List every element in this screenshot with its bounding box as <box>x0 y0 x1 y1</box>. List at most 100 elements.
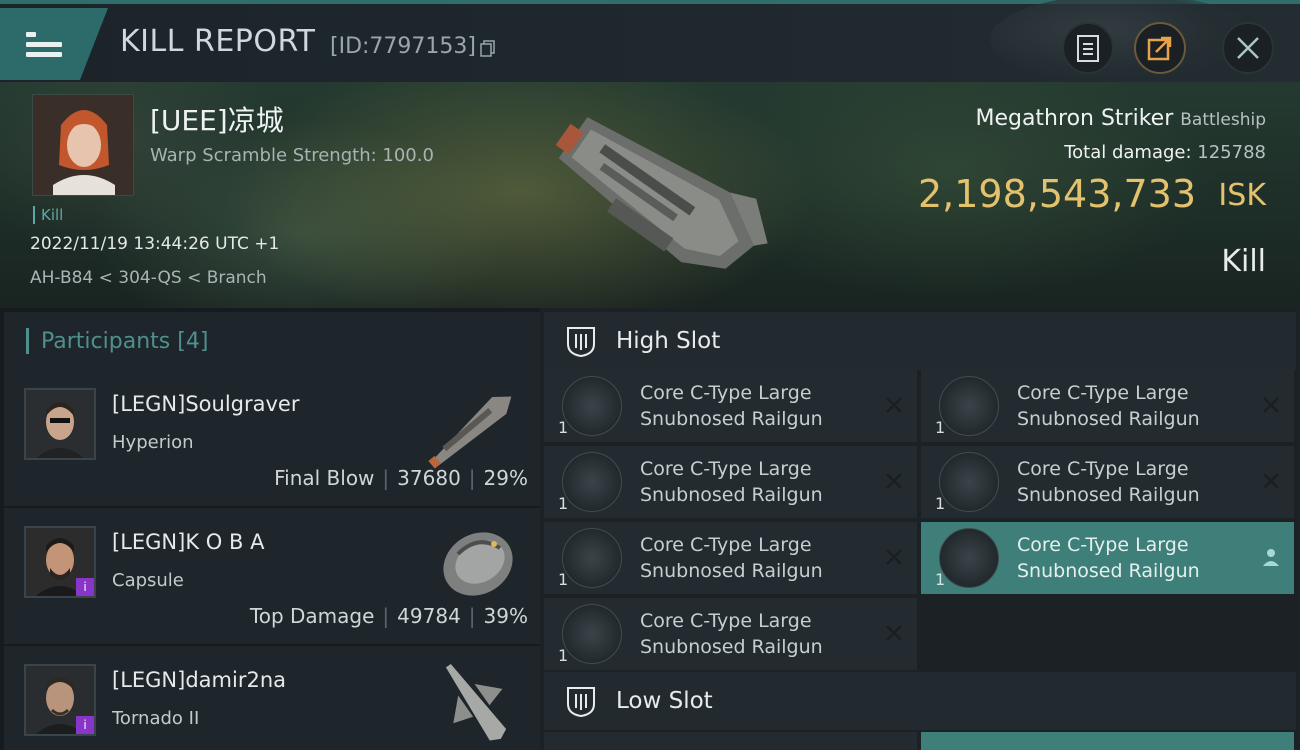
share-icon <box>1147 36 1172 61</box>
isk-value: 2,198,543,733 <box>917 172 1196 216</box>
module-item[interactable]: 1 Core C-Type Large Snubnosed Railgun <box>544 598 917 670</box>
close-icon <box>1237 37 1259 59</box>
report-button[interactable] <box>1062 22 1114 74</box>
total-damage: Total damage: 125788 <box>1064 142 1266 163</box>
avatar: i <box>24 526 96 598</box>
railgun-icon <box>939 376 999 436</box>
ship-class: Battleship <box>1180 110 1266 130</box>
avatar-image <box>26 390 94 458</box>
participant-row[interactable]: [LEGN]Soulgraver Hyperion Final Blow | 376… <box>4 370 540 506</box>
kill-tag: Kill <box>33 206 63 224</box>
participant-percent: 29% <box>483 466 528 490</box>
x-icon <box>886 473 902 489</box>
participant-ship: Hyperion <box>112 432 194 453</box>
high-slot-header: High Slot <box>544 312 1296 370</box>
module-quantity: 1 <box>558 418 569 437</box>
module-item-partial[interactable] <box>544 732 917 750</box>
module-quantity: 1 <box>935 418 946 437</box>
participant-ship-image <box>428 396 512 469</box>
ship-name-text: Megathron Striker <box>975 106 1174 131</box>
railgun-icon <box>939 528 999 588</box>
victim-name[interactable]: [UEE]凉城 <box>150 99 284 139</box>
top-bar: KILL REPORT [ID:7797153] <box>0 0 1300 84</box>
kill-timestamp: 2022/11/19 13:44:26 UTC +1 <box>30 234 280 254</box>
participants-panel: Participants [4] [LEGN]Soulgraver Hyperi… <box>0 308 540 750</box>
x-icon <box>886 397 902 413</box>
module-quantity: 1 <box>558 646 569 665</box>
participant-role: Final Blow <box>274 466 375 490</box>
participant-ship-image <box>445 663 507 741</box>
module-item[interactable]: 1 Core C-Type Large Snubnosed Railgun <box>921 446 1294 518</box>
module-name: Core C-Type Large Snubnosed Railgun <box>640 534 823 582</box>
x-icon <box>1263 397 1279 413</box>
participant-ship-image <box>443 532 513 596</box>
clipboard-icon <box>1077 35 1099 62</box>
module-name: Core C-Type Large Snubnosed Railgun <box>1017 382 1200 430</box>
low-slot-icon <box>567 687 595 718</box>
module-item[interactable]: 1 Core C-Type Large Snubnosed Railgun <box>921 370 1294 442</box>
module-item-dropped[interactable]: 1 Core C-Type Large Snubnosed Railgun <box>921 522 1294 594</box>
participants-header: Participants [4] <box>4 312 540 370</box>
avatar <box>24 388 96 460</box>
victim-ship-image <box>555 117 768 269</box>
participants-title: Participants <box>41 328 171 354</box>
menu-button[interactable] <box>0 8 108 80</box>
participant-ship: Tornado II <box>112 708 200 729</box>
participant-damage: 37680 <box>397 466 461 490</box>
participant-percent: 39% <box>483 604 528 628</box>
module-quantity: 1 <box>935 494 946 513</box>
participant-damage: 49784 <box>397 604 461 628</box>
module-item-partial[interactable] <box>921 732 1294 750</box>
share-button[interactable] <box>1134 22 1186 74</box>
victim-ship-name[interactable]: Megathron Striker Battleship <box>975 106 1266 131</box>
kill-outcome: Kill <box>1221 244 1266 279</box>
info-badge: i <box>76 716 94 734</box>
module-quantity: 1 <box>558 570 569 589</box>
portrait-image <box>33 95 133 195</box>
module-name: Core C-Type Large Snubnosed Railgun <box>640 458 823 506</box>
module-quantity: 1 <box>935 570 946 589</box>
hamburger-icon <box>26 27 62 62</box>
low-slot-label: Low Slot <box>616 688 713 714</box>
header-accent-bar <box>26 328 29 354</box>
page-title: KILL REPORT <box>120 24 316 59</box>
kill-summary: [UEE]凉城 Warp Scramble Strength: 100.0 Ki… <box>0 82 1300 308</box>
total-damage-value: 125788 <box>1197 142 1266 163</box>
railgun-icon <box>939 452 999 512</box>
participant-role: Top Damage <box>249 604 375 628</box>
isk-unit: ISK <box>1218 178 1266 213</box>
copy-icon[interactable] <box>480 40 496 58</box>
report-id: [ID:7797153] <box>330 34 476 59</box>
avatar: i <box>24 664 96 736</box>
info-badge: i <box>76 578 94 596</box>
participant-name: [LEGN]damir2na <box>112 668 286 692</box>
fitting-panel: High Slot 1 Core C-Type Large Snubnosed R… <box>540 308 1300 750</box>
total-damage-label: Total damage: <box>1064 142 1192 163</box>
victim-portrait[interactable] <box>32 94 134 196</box>
module-item[interactable]: 1 Core C-Type Large Snubnosed Railgun <box>544 522 917 594</box>
module-name: Core C-Type Large Snubnosed Railgun <box>640 610 823 658</box>
high-slot-icon <box>567 327 595 358</box>
ship-decoration <box>990 0 1260 84</box>
x-icon <box>1263 473 1279 489</box>
module-item[interactable]: 1 Core C-Type Large Snubnosed Railgun <box>544 446 917 518</box>
participant-row[interactable]: i [LEGN]K O B A Capsule Top Damage | 49784… <box>4 508 540 644</box>
warp-scramble-strength: Warp Scramble Strength: 100.0 <box>150 145 434 166</box>
module-name: Core C-Type Large Snubnosed Railgun <box>1017 458 1200 506</box>
railgun-icon <box>562 604 622 664</box>
module-quantity: 1 <box>558 494 569 513</box>
participant-stats: Final Blow | 37680 | 29% <box>274 466 528 490</box>
x-icon <box>886 549 902 565</box>
railgun-icon <box>562 376 622 436</box>
close-button[interactable] <box>1222 22 1274 74</box>
participant-stats: Top Damage | 49784 | 39% <box>249 604 528 628</box>
participant-ship: Capsule <box>112 570 184 591</box>
kill-location[interactable]: AH-B84 < 304-QS < Branch <box>30 268 267 288</box>
high-slot-label: High Slot <box>616 328 721 354</box>
module-item[interactable]: 1 Core C-Type Large Snubnosed Railgun <box>544 370 917 442</box>
participant-row[interactable]: i [LEGN]damir2na Tornado II <box>4 646 540 750</box>
module-name: Core C-Type Large Snubnosed Railgun <box>640 382 823 430</box>
railgun-icon <box>562 452 622 512</box>
module-name: Core C-Type Large Snubnosed Railgun <box>1017 534 1200 582</box>
railgun-icon <box>562 528 622 588</box>
